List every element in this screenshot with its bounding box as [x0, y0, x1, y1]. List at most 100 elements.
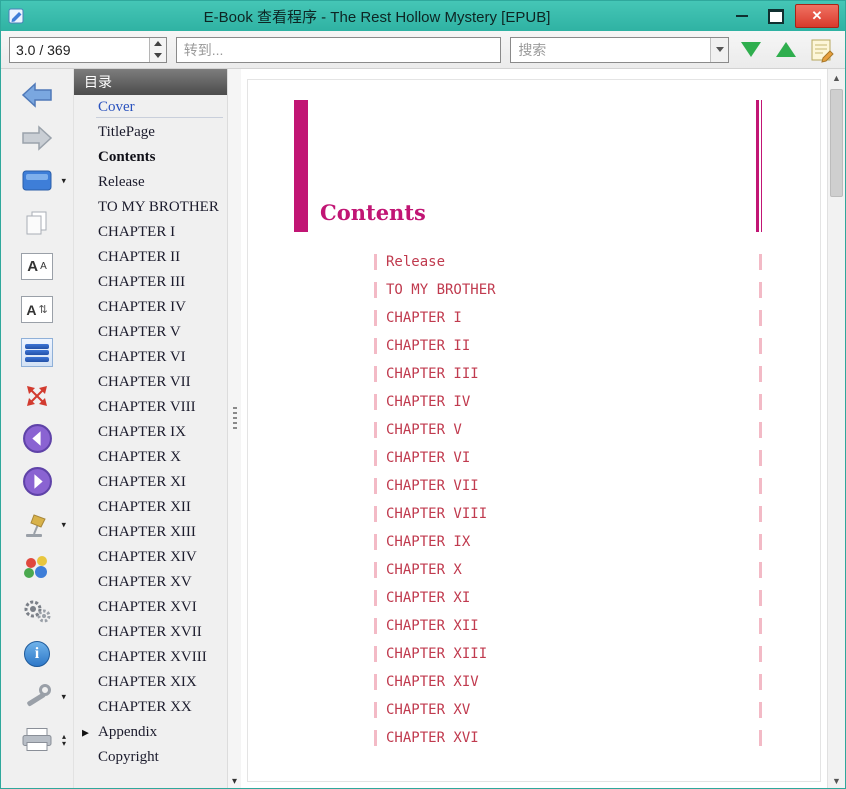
tools-button[interactable]	[5, 676, 69, 717]
toc-scrollbar[interactable]	[227, 69, 241, 788]
content-link-row[interactable]: CHAPTER XVI	[374, 724, 762, 752]
scroll-up-icon[interactable]	[828, 70, 845, 86]
content-link[interactable]: CHAPTER XVI	[386, 730, 479, 746]
spin-down-icon[interactable]	[150, 50, 166, 62]
search-input[interactable]	[510, 36, 730, 63]
lamp-button[interactable]	[5, 504, 69, 545]
toc-item[interactable]: CHAPTER XI	[74, 470, 227, 495]
content-link-row[interactable]: CHAPTER I	[374, 304, 762, 332]
toc-item[interactable]: CHAPTER III	[74, 270, 227, 295]
toc-item[interactable]: TO MY BROTHER	[74, 195, 227, 220]
content-link[interactable]: CHAPTER VI	[386, 450, 470, 466]
toc-item[interactable]: Appendix	[74, 720, 227, 745]
content-link[interactable]: CHAPTER IV	[386, 394, 470, 410]
toc-item[interactable]: CHAPTER VI	[74, 345, 227, 370]
find-prev-button[interactable]	[773, 37, 799, 63]
content-link-row[interactable]: CHAPTER XI	[374, 584, 762, 612]
view-mode-button[interactable]	[5, 160, 69, 201]
content-link[interactable]: CHAPTER VIII	[386, 506, 487, 522]
toc-item[interactable]: CHAPTER XIV	[74, 545, 227, 570]
chevron-down-icon[interactable]	[61, 175, 66, 186]
content-link[interactable]: CHAPTER X	[386, 562, 462, 578]
chevron-down-icon[interactable]	[61, 691, 66, 702]
info-button[interactable]	[5, 633, 69, 674]
content-link-row[interactable]: CHAPTER VIII	[374, 500, 762, 528]
toc-item[interactable]: TitlePage	[74, 120, 227, 145]
content-link-row[interactable]: CHAPTER V	[374, 416, 762, 444]
toc-item[interactable]: CHAPTER XII	[74, 495, 227, 520]
content-link-row[interactable]: CHAPTER II	[374, 332, 762, 360]
content-link-row[interactable]: CHAPTER III	[374, 360, 762, 388]
toc-item[interactable]: CHAPTER XV	[74, 570, 227, 595]
copy-page-button[interactable]	[5, 203, 69, 244]
toc-item[interactable]: Contents	[74, 145, 227, 170]
goto-input[interactable]	[175, 36, 502, 63]
font-size-button[interactable]	[5, 246, 69, 287]
minimize-button[interactable]	[727, 5, 757, 27]
prev-page-button[interactable]	[5, 418, 69, 459]
toc-item[interactable]: CHAPTER XVIII	[74, 645, 227, 670]
content-link-row[interactable]: CHAPTER XIV	[374, 668, 762, 696]
toc-item[interactable]: CHAPTER VII	[74, 370, 227, 395]
main-scrollbar[interactable]	[827, 69, 845, 788]
scroll-down-icon[interactable]	[228, 776, 241, 787]
content-link-row[interactable]: CHAPTER XIII	[374, 640, 762, 668]
chevron-down-icon[interactable]	[61, 519, 66, 530]
print-button[interactable]	[5, 719, 69, 760]
toc-item[interactable]: CHAPTER IV	[74, 295, 227, 320]
scroll-down-icon[interactable]	[828, 773, 845, 788]
toc-item[interactable]: CHAPTER I	[74, 220, 227, 245]
fullscreen-button[interactable]	[5, 375, 69, 416]
toc-item[interactable]: CHAPTER XX	[74, 695, 227, 720]
find-next-button[interactable]	[738, 37, 764, 63]
toc-view-button[interactable]	[5, 332, 69, 373]
maximize-button[interactable]	[761, 5, 791, 27]
notes-button[interactable]	[807, 35, 837, 65]
next-page-button[interactable]	[5, 461, 69, 502]
content-link[interactable]: CHAPTER XV	[386, 702, 470, 718]
page-spinner[interactable]: 3.0 / 369	[9, 36, 167, 63]
content-link-row[interactable]: CHAPTER X	[374, 556, 762, 584]
content-link-row[interactable]: Release	[374, 248, 762, 276]
back-button[interactable]	[5, 74, 69, 115]
spin-up-icon[interactable]	[150, 38, 166, 50]
content-link-row[interactable]: CHAPTER IX	[374, 528, 762, 556]
chevron-up-down-icon[interactable]	[62, 733, 66, 747]
settings-button[interactable]	[5, 590, 69, 631]
toc-item[interactable]: CHAPTER XIX	[74, 670, 227, 695]
content-link[interactable]: CHAPTER VII	[386, 478, 479, 494]
content-link-row[interactable]: CHAPTER XII	[374, 612, 762, 640]
toc-item[interactable]: CHAPTER X	[74, 445, 227, 470]
content-link[interactable]: Release	[386, 254, 445, 270]
content-link[interactable]: TO MY BROTHER	[386, 282, 496, 298]
toc-item[interactable]: CHAPTER XVII	[74, 620, 227, 645]
toc-item[interactable]: Copyright	[74, 745, 227, 770]
toc-item[interactable]: CHAPTER XIII	[74, 520, 227, 545]
toc-item[interactable]: CHAPTER XVI	[74, 595, 227, 620]
content-link[interactable]: CHAPTER III	[386, 366, 479, 382]
content-link-row[interactable]: CHAPTER IV	[374, 388, 762, 416]
toc-item[interactable]: Release	[74, 170, 227, 195]
chevron-down-icon[interactable]	[710, 37, 729, 62]
content-link[interactable]: CHAPTER XI	[386, 590, 470, 606]
content-link[interactable]: CHAPTER XII	[386, 618, 479, 634]
splitter-grip-icon[interactable]	[233, 407, 237, 431]
content-link-row[interactable]: TO MY BROTHER	[374, 276, 762, 304]
content-link[interactable]: CHAPTER II	[386, 338, 470, 354]
content-link-row[interactable]: CHAPTER VI	[374, 444, 762, 472]
content-link[interactable]: CHAPTER V	[386, 422, 462, 438]
toc-item[interactable]: Cover	[74, 95, 227, 120]
content-link[interactable]: CHAPTER IX	[386, 534, 470, 550]
forward-button[interactable]	[5, 117, 69, 158]
toc-item[interactable]: CHAPTER IX	[74, 420, 227, 445]
scrollbar-thumb[interactable]	[830, 89, 843, 197]
toc-item[interactable]: CHAPTER V	[74, 320, 227, 345]
content-link[interactable]: CHAPTER XIII	[386, 646, 487, 662]
content-link[interactable]: CHAPTER I	[386, 310, 462, 326]
toc-item[interactable]: CHAPTER VIII	[74, 395, 227, 420]
close-button[interactable]	[795, 4, 839, 28]
font-family-button[interactable]	[5, 289, 69, 330]
content-link-row[interactable]: CHAPTER XV	[374, 696, 762, 724]
theme-button[interactable]	[5, 547, 69, 588]
toc-item[interactable]: CHAPTER II	[74, 245, 227, 270]
